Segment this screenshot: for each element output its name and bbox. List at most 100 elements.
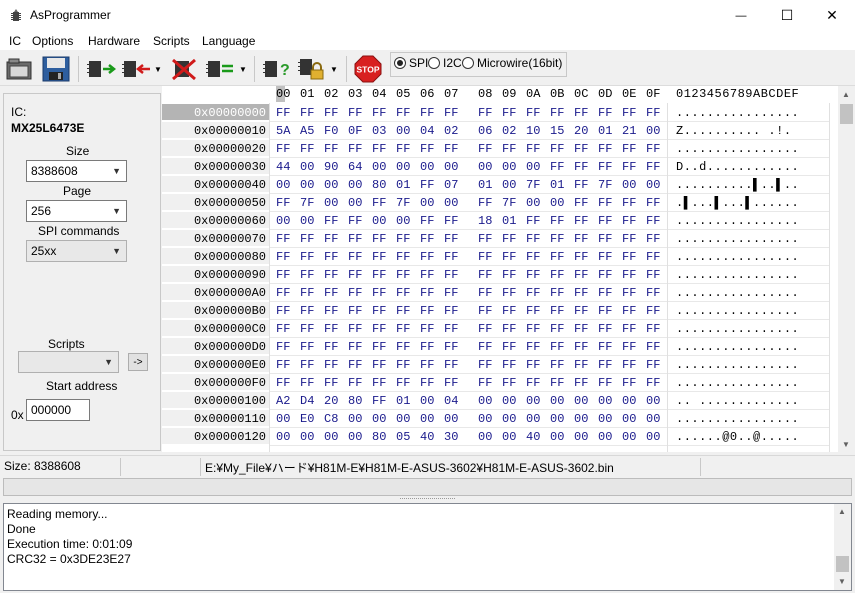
hex-byte[interactable]: FF (300, 232, 314, 246)
hex-byte[interactable]: FF (324, 106, 338, 120)
hex-byte[interactable]: FF (396, 340, 410, 354)
hex-byte[interactable]: 0F (348, 124, 362, 138)
hex-byte[interactable]: FF (420, 268, 434, 282)
hex-byte[interactable]: FF (646, 286, 660, 300)
save-button[interactable] (40, 55, 72, 83)
hex-byte[interactable]: FF (444, 250, 458, 264)
hex-row[interactable]: 0x00000050 FF 7F 00 00 FF 7F 00 00 FF 7F 00 00 FF FF FF… (162, 194, 838, 212)
hex-byte[interactable]: FF (396, 322, 410, 336)
hex-byte[interactable]: 00 (396, 124, 410, 138)
hex-byte[interactable]: FF (420, 142, 434, 156)
hex-byte[interactable]: FF (396, 304, 410, 318)
log-panel[interactable]: Reading memory... Done Execution time: 0… (3, 503, 852, 591)
hex-byte[interactable]: FF (396, 106, 410, 120)
hex-byte[interactable]: FF (478, 376, 492, 390)
ascii-text[interactable]: ................ (676, 250, 799, 264)
hex-byte[interactable]: FF (324, 358, 338, 372)
hex-byte[interactable]: FF (526, 376, 540, 390)
hex-byte[interactable]: FF (550, 106, 564, 120)
hex-byte[interactable]: FF (348, 268, 362, 282)
hex-byte[interactable]: FF (420, 178, 434, 192)
hex-byte[interactable]: FF (598, 286, 612, 300)
hex-row[interactable]: 0x00000030 44 00 90 64 00 00 00 00 00 00 00 FF FF FF FF… (162, 158, 838, 176)
hex-byte[interactable]: FF (300, 376, 314, 390)
hex-byte[interactable]: FF (574, 232, 588, 246)
hex-byte[interactable]: FF (444, 214, 458, 228)
hex-byte[interactable]: FF (598, 232, 612, 246)
hex-byte[interactable]: FF (622, 286, 636, 300)
hex-row[interactable]: 0x000000F0 FF FF FF FF FF FF FF FF FF FF FF FF FF FF FF… (162, 374, 838, 392)
hex-byte[interactable]: 00 (276, 430, 290, 444)
hex-byte[interactable]: FF (396, 358, 410, 372)
hex-byte[interactable]: FF (574, 196, 588, 210)
hex-byte[interactable]: FF (646, 106, 660, 120)
ic-info-button[interactable]: ? (261, 55, 293, 83)
hex-byte[interactable]: FF (622, 160, 636, 174)
hex-byte[interactable]: FF (598, 376, 612, 390)
hex-byte[interactable]: 00 (574, 430, 588, 444)
hex-byte[interactable]: 00 (622, 430, 636, 444)
hex-byte[interactable]: FF (574, 376, 588, 390)
hex-byte[interactable]: 7F (396, 196, 410, 210)
hex-byte[interactable]: 00 (420, 394, 434, 408)
hex-byte[interactable]: FF (598, 268, 612, 282)
hex-byte[interactable]: 00 (478, 160, 492, 174)
menu-language[interactable]: Language (202, 34, 255, 48)
hex-byte[interactable]: FF (622, 142, 636, 156)
hex-byte[interactable]: FF (646, 196, 660, 210)
hex-byte[interactable]: FF (300, 268, 314, 282)
hex-byte[interactable]: FF (526, 304, 540, 318)
hex-byte[interactable]: FF (324, 268, 338, 282)
hex-byte[interactable]: 20 (574, 124, 588, 138)
hex-byte[interactable]: FF (300, 304, 314, 318)
hex-byte[interactable]: FF (478, 322, 492, 336)
maximize-button[interactable]: ☐ (764, 0, 810, 31)
hex-byte[interactable]: FF (396, 286, 410, 300)
hex-byte[interactable]: 03 (372, 124, 386, 138)
hex-byte[interactable]: 00 (622, 394, 636, 408)
hex-byte[interactable]: FF (574, 214, 588, 228)
hex-byte[interactable]: 04 (444, 394, 458, 408)
hex-byte[interactable]: FF (526, 250, 540, 264)
hex-byte[interactable]: 00 (348, 196, 362, 210)
hex-byte[interactable]: FF (526, 268, 540, 282)
hex-byte[interactable]: FF (444, 304, 458, 318)
hex-byte[interactable]: FF (502, 322, 516, 336)
hex-byte[interactable]: FF (372, 196, 386, 210)
hex-byte[interactable]: 00 (526, 412, 540, 426)
hex-byte[interactable]: 00 (324, 196, 338, 210)
hex-byte[interactable]: 00 (300, 430, 314, 444)
hex-byte[interactable]: FF (276, 196, 290, 210)
hex-byte[interactable]: 00 (372, 412, 386, 426)
hex-byte[interactable]: FF (444, 322, 458, 336)
hex-byte[interactable]: FF (622, 106, 636, 120)
hex-byte[interactable]: FF (550, 358, 564, 372)
hex-byte[interactable]: FF (478, 142, 492, 156)
hex-byte[interactable]: FF (444, 376, 458, 390)
hex-row[interactable]: 0x00000000 FF FF FF FF FF FF FF FF FF FF FF FF FF FF FF… (162, 104, 838, 122)
hex-byte[interactable]: FF (646, 214, 660, 228)
hex-row[interactable]: 0x00000100 A2 D4 20 80 FF 01 00 04 00 00 00 00 00 00 00… (162, 392, 838, 410)
hex-byte[interactable]: 00 (526, 394, 540, 408)
hex-byte[interactable]: FF (646, 304, 660, 318)
hex-byte[interactable]: FF (622, 322, 636, 336)
hex-byte[interactable]: FF (444, 286, 458, 300)
ascii-text[interactable]: ................ (676, 106, 799, 120)
hex-byte[interactable]: FF (276, 286, 290, 300)
hex-byte[interactable]: FF (526, 358, 540, 372)
write-button[interactable] (121, 55, 153, 83)
hex-byte[interactable]: FF (502, 232, 516, 246)
hex-byte[interactable]: 00 (348, 430, 362, 444)
hex-byte[interactable]: FF (324, 376, 338, 390)
hex-byte[interactable]: FF (372, 232, 386, 246)
ascii-text[interactable]: ................ (676, 376, 799, 390)
hex-scrollbar[interactable]: ▲ ▼ (838, 86, 855, 452)
page-select[interactable]: 256 ▼ (26, 200, 127, 222)
hex-byte[interactable]: FF (372, 286, 386, 300)
hex-byte[interactable]: FF (550, 340, 564, 354)
ascii-text[interactable]: ................ (676, 304, 799, 318)
hex-byte[interactable]: E0 (300, 412, 314, 426)
hex-byte[interactable]: FF (646, 358, 660, 372)
hex-row[interactable]: 0x00000080 FF FF FF FF FF FF FF FF FF FF FF FF FF FF FF… (162, 248, 838, 266)
hex-byte[interactable]: FF (550, 160, 564, 174)
